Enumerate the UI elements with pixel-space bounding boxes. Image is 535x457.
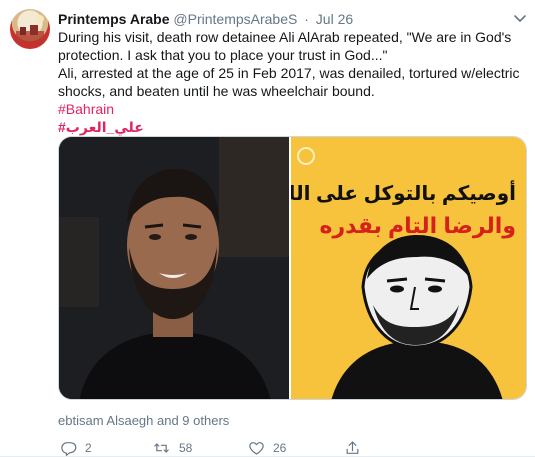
tweet-header: Printemps Arabe @PrintempsArabeS · Jul 2… [58, 10, 353, 28]
like-button[interactable]: 26 [248, 439, 286, 457]
retweet-icon [154, 443, 169, 453]
reply-count: 2 [85, 441, 92, 455]
hashtag-bahrain[interactable]: #Bahrain [58, 101, 114, 117]
retweet-count: 58 [179, 441, 193, 455]
share-icon [346, 441, 359, 454]
like-icon [249, 442, 264, 455]
avatar[interactable] [10, 9, 50, 49]
photo-left[interactable] [59, 137, 289, 399]
separator: · [304, 11, 309, 27]
media-grid: أوصيكم بالتوكل على الله والرضا التام بقد… [58, 136, 527, 400]
author-name[interactable]: Printemps Arabe [58, 11, 170, 27]
retweet-button[interactable]: 58 [152, 439, 192, 457]
portrait-photo [59, 137, 289, 399]
chevron-down-icon[interactable] [513, 13, 527, 25]
hashtag-ali-alarab[interactable]: #علي_العرب [58, 119, 144, 135]
tweet[interactable]: Printemps Arabe @PrintempsArabeS · Jul 2… [0, 0, 535, 457]
action-bar: 2 58 26 [58, 439, 518, 457]
author-handle[interactable]: @PrintempsArabeS [173, 11, 297, 27]
reply-button[interactable]: 2 [60, 439, 92, 457]
share-button[interactable] [344, 439, 369, 457]
tweet-text-line-2: Ali, arrested at the age of 25 in Feb 20… [58, 65, 520, 99]
photo-right[interactable]: أوصيكم بالتوكل على الله والرضا التام بقد… [291, 137, 526, 399]
avatar-image [16, 15, 44, 43]
tweet-text-line-1: During his visit, death row detainee Ali… [58, 29, 512, 63]
like-count: 26 [273, 441, 287, 455]
tweet-text: During his visit, death row detainee Ali… [58, 28, 528, 136]
poster-portrait [331, 235, 503, 399]
reply-icon [61, 442, 77, 456]
timestamp[interactable]: Jul 26 [316, 11, 353, 27]
liked-by[interactable]: ebtisam Alsaegh and 9 others [58, 413, 229, 428]
